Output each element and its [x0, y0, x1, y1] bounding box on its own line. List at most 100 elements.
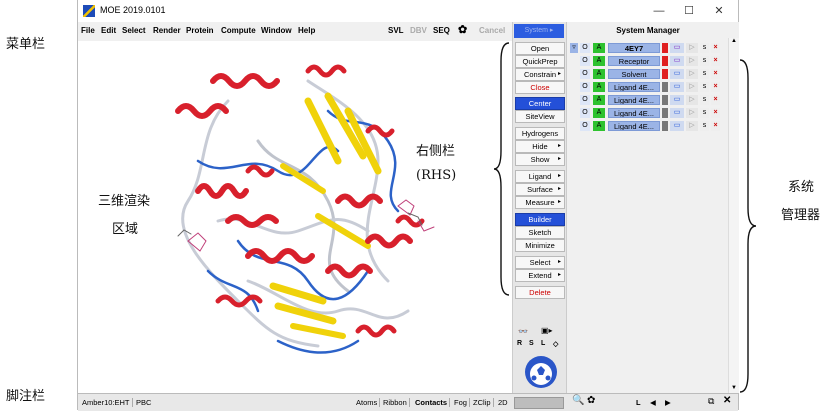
render-mode-icon[interactable]: ▭ [670, 121, 684, 131]
rhs-button-close[interactable]: Close [515, 81, 565, 94]
rhs-button-extend[interactable]: Extend ▸ [515, 269, 565, 282]
style-icon[interactable]: ▷ [686, 95, 698, 105]
system-name-label[interactable]: 4EY7 [608, 43, 660, 53]
delete-row-icon[interactable]: × [711, 43, 720, 53]
expand-toggle-icon[interactable]: ▿ [570, 43, 578, 53]
active-toggle[interactable]: A [593, 56, 605, 66]
system-manager-row[interactable]: O A ▭ ▷ s × Receptor [570, 55, 728, 67]
expand-toggle-icon[interactable] [570, 95, 578, 105]
s-toggle[interactable]: s [700, 121, 709, 131]
menu-select[interactable]: Select [122, 26, 146, 35]
close-manager-icon[interactable]: ✕ [721, 395, 733, 406]
s-toggle[interactable]: s [700, 43, 709, 53]
active-toggle[interactable]: A [593, 82, 605, 92]
prev-arrow-icon[interactable]: ◀ [648, 398, 658, 407]
s-toggle[interactable]: s [700, 95, 709, 105]
rhs-button-hydrogens[interactable]: Hydrogens [515, 127, 565, 140]
color-swatch[interactable] [662, 108, 668, 118]
style-icon[interactable]: ▷ [686, 121, 698, 131]
expand-toggle-icon[interactable] [570, 56, 578, 66]
render-mode-icon[interactable]: ▭ [670, 82, 684, 92]
system-manager-scrollbar[interactable]: ▲ ▼ [728, 38, 739, 393]
visibility-toggle[interactable]: O [580, 108, 590, 118]
style-icon[interactable]: ▷ [686, 43, 698, 53]
expand-toggle-icon[interactable] [570, 108, 578, 118]
expand-toggle-icon[interactable] [570, 121, 578, 131]
s-toggle[interactable]: s [700, 56, 709, 66]
render-mode-icon[interactable]: ▭ [670, 69, 684, 79]
rhs-button-constrain[interactable]: Constrain ▸ [515, 68, 565, 81]
menu-protein[interactable]: Protein [186, 26, 214, 35]
rhs-button-sketch[interactable]: Sketch [515, 226, 565, 239]
zclip-button[interactable]: ZClip [471, 398, 494, 407]
color-swatch[interactable] [662, 43, 668, 53]
menu-window[interactable]: Window [261, 26, 292, 35]
s-toggle[interactable]: s [700, 108, 709, 118]
system-manager-row[interactable]: O A ▭ ▷ s × Ligand 4E... [570, 81, 728, 93]
dbv-button[interactable]: DBV [410, 26, 427, 35]
system-manager-row[interactable]: O A ▭ ▷ s × Solvent [570, 68, 728, 80]
stereo-glasses-icon[interactable]: 👓 [518, 327, 528, 336]
rhs-button-hide[interactable]: Hide ▸ [515, 140, 565, 153]
delete-row-icon[interactable]: × [711, 56, 720, 66]
rhs-button-open[interactable]: Open [515, 42, 565, 55]
style-icon[interactable]: ▷ [686, 82, 698, 92]
active-toggle[interactable]: A [593, 121, 605, 131]
rhs-button-show[interactable]: Show ▸ [515, 153, 565, 166]
screenshot-icon[interactable]: ▣▸ [541, 326, 553, 335]
rhs-button-minimize[interactable]: Minimize [515, 239, 565, 252]
rhs-button-select[interactable]: Select ▸ [515, 256, 565, 269]
render-mode-icon[interactable]: ▭ [670, 43, 684, 53]
system-manager-row[interactable]: O A ▭ ▷ s × Ligand 4E... [570, 107, 728, 119]
active-toggle[interactable]: A [593, 95, 605, 105]
scroll-up-icon[interactable]: ▲ [731, 38, 737, 44]
menu-help[interactable]: Help [298, 26, 315, 35]
view-key-0[interactable]: R [517, 340, 522, 347]
menu-edit[interactable]: Edit [101, 26, 116, 35]
delete-row-icon[interactable]: × [711, 121, 720, 131]
expand-toggle-icon[interactable] [570, 82, 578, 92]
s-toggle[interactable]: s [700, 82, 709, 92]
style-icon[interactable]: ▷ [686, 108, 698, 118]
system-name-label[interactable]: Solvent [608, 69, 660, 79]
rhs-button-measure[interactable]: Measure ▸ [515, 196, 565, 209]
visibility-toggle[interactable]: O [580, 95, 590, 105]
color-swatch[interactable] [662, 69, 668, 79]
delete-row-icon[interactable]: × [711, 95, 720, 105]
rhs-button-delete[interactable]: Delete [515, 286, 565, 299]
render-mode-icon[interactable]: ▭ [670, 95, 684, 105]
fog-button[interactable]: Fog [452, 398, 470, 407]
color-swatch[interactable] [662, 82, 668, 92]
maximize-button[interactable]: ☐ [676, 3, 702, 19]
expand-toggle-icon[interactable] [570, 69, 578, 79]
close-window-button[interactable]: ✕ [706, 3, 732, 19]
rhs-button-builder[interactable]: Builder [515, 213, 565, 226]
menu-compute[interactable]: Compute [221, 26, 256, 35]
delete-row-icon[interactable]: × [711, 108, 720, 118]
svl-button[interactable]: SVL [388, 26, 404, 35]
visibility-toggle[interactable]: O [580, 56, 590, 66]
sm-l-button[interactable]: L [634, 398, 643, 407]
gear-icon[interactable]: ✿ [458, 23, 467, 36]
ribbon-button[interactable]: Ribbon [381, 398, 410, 407]
3d-viewport[interactable]: 三维渲染 区域 右侧栏 (RHS) [78, 41, 512, 393]
system-button[interactable]: System ▸ [514, 24, 564, 38]
system-name-label[interactable]: Ligand 4E... [608, 82, 660, 92]
style-icon[interactable]: ▷ [686, 56, 698, 66]
rhs-button-quickprep[interactable]: QuickPrep [515, 55, 565, 68]
color-swatch[interactable] [662, 121, 668, 131]
render-mode-icon[interactable]: ▭ [670, 56, 684, 66]
rhs-button-siteview[interactable]: SiteView [515, 110, 565, 123]
rhs-button-surface[interactable]: Surface ▸ [515, 183, 565, 196]
rotation-globe-icon[interactable] [518, 352, 564, 390]
menu-file[interactable]: File [81, 26, 95, 35]
system-name-label[interactable]: Ligand 4E... [608, 121, 660, 131]
rhs-button-ligand[interactable]: Ligand ▸ [515, 170, 565, 183]
pbc-button[interactable]: PBC [134, 398, 153, 407]
view-key-2[interactable]: L [541, 340, 545, 347]
rhs-button-center[interactable]: Center [515, 97, 565, 110]
system-name-label[interactable]: Receptor [608, 56, 660, 66]
active-toggle[interactable]: A [593, 69, 605, 79]
active-toggle[interactable]: A [593, 108, 605, 118]
color-swatch[interactable] [662, 95, 668, 105]
